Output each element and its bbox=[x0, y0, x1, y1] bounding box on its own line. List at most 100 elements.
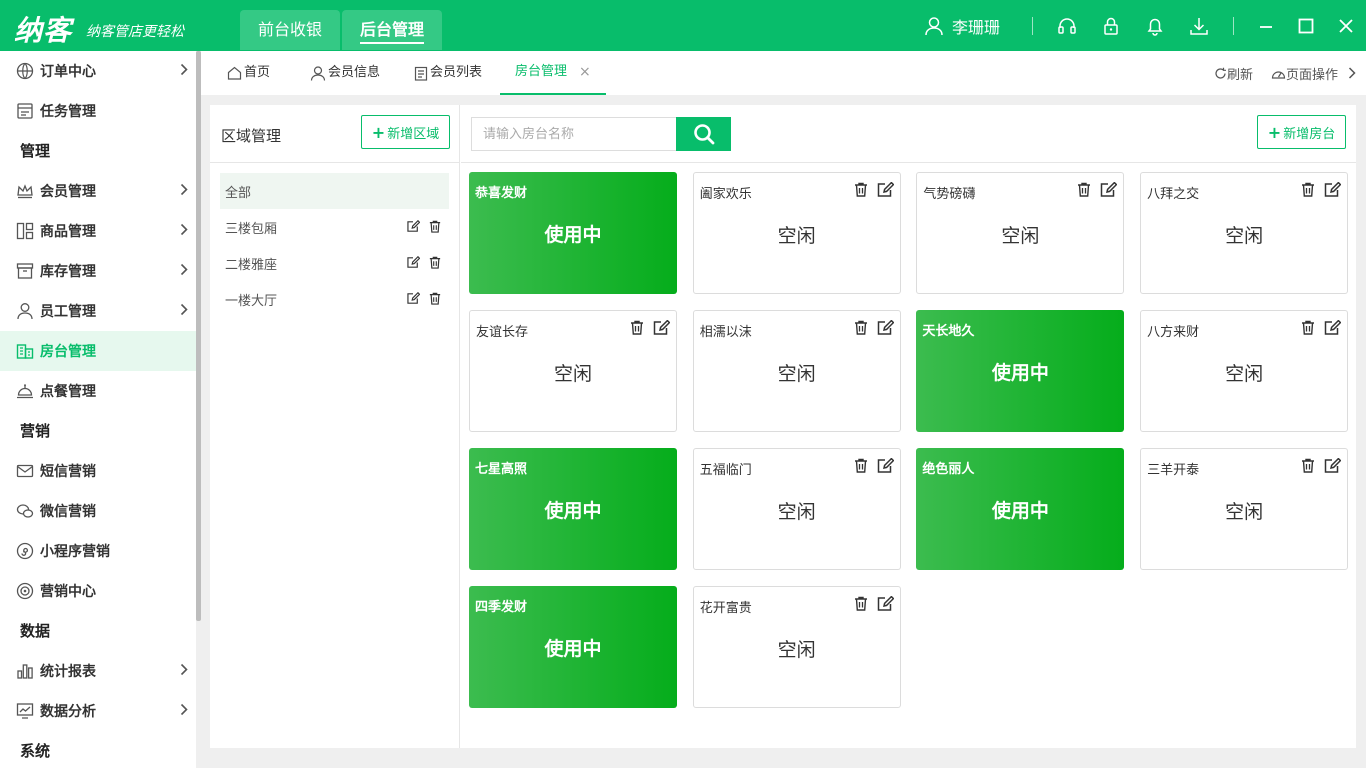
close-button[interactable] bbox=[1326, 0, 1366, 51]
room-card[interactable]: 气势磅礴 空闲 bbox=[916, 172, 1125, 294]
tab-label: 首页 bbox=[244, 65, 271, 80]
room-name: 天长地久 bbox=[922, 324, 975, 339]
trash-icon[interactable] bbox=[429, 292, 441, 305]
chevron-right-icon bbox=[180, 223, 188, 240]
sidebar-scrollbar[interactable] bbox=[196, 51, 201, 621]
sidebar-item[interactable]: 短信营销 bbox=[0, 451, 196, 491]
room-name: 七星高照 bbox=[475, 462, 528, 477]
sidebar-item[interactable]: 小程序营销 bbox=[0, 531, 196, 571]
sidebar-item[interactable]: 统计报表 bbox=[0, 651, 196, 691]
edit-icon[interactable] bbox=[406, 220, 420, 233]
edit-icon[interactable] bbox=[406, 292, 420, 305]
tab-member-info[interactable]: 会员信息 bbox=[310, 51, 380, 95]
tab-room-management[interactable]: 房台管理 × bbox=[500, 51, 606, 95]
crown-icon bbox=[16, 182, 34, 200]
sidebar-item[interactable]: 会员管理 bbox=[0, 171, 196, 211]
room-card[interactable]: 花开富贵 空闲 bbox=[692, 586, 901, 708]
lock-icon[interactable] bbox=[1100, 15, 1122, 37]
area-list: 全部三楼包厢二楼雅座一楼大厅 bbox=[210, 163, 459, 327]
area-item[interactable]: 一楼大厅 bbox=[220, 281, 449, 317]
room-card[interactable]: 七星高照 使用中 bbox=[469, 448, 677, 570]
bar-chart-icon bbox=[16, 662, 34, 680]
trash-icon[interactable] bbox=[1301, 320, 1315, 336]
trash-icon[interactable] bbox=[1077, 182, 1091, 198]
tab-home[interactable]: 首页 bbox=[227, 51, 270, 95]
room-search-input[interactable] bbox=[471, 117, 676, 151]
trash-icon[interactable] bbox=[854, 458, 868, 474]
sidebar-item[interactable]: 房台管理 bbox=[0, 331, 196, 371]
room-name: 三羊开泰 bbox=[1147, 463, 1200, 478]
trash-icon[interactable] bbox=[854, 182, 868, 198]
edit-icon[interactable] bbox=[876, 182, 894, 198]
download-icon[interactable] bbox=[1188, 15, 1210, 37]
sidebar-item[interactable]: 营销中心 bbox=[0, 571, 196, 611]
sidebar-item[interactable]: 商品管理 bbox=[0, 211, 196, 251]
trash-icon[interactable] bbox=[429, 220, 441, 233]
minimize-button[interactable] bbox=[1246, 0, 1286, 51]
room-card[interactable]: 恭喜发财 使用中 bbox=[469, 172, 677, 294]
room-card[interactable]: 天长地久 使用中 bbox=[916, 310, 1125, 432]
edit-icon[interactable] bbox=[652, 320, 670, 336]
main-panel: 区域管理 +新增区域 全部三楼包厢二楼雅座一楼大厅 +新增房台 恭喜发财使用中阖… bbox=[210, 105, 1356, 748]
room-card[interactable]: 八方来财 空闲 bbox=[1140, 310, 1349, 432]
room-card[interactable]: 相濡以沫 空闲 bbox=[692, 310, 901, 432]
chevron-right-icon[interactable] bbox=[1348, 67, 1356, 79]
room-card[interactable]: 八拜之交 空闲 bbox=[1140, 172, 1349, 294]
trash-icon[interactable] bbox=[1301, 182, 1315, 198]
room-card[interactable]: 绝色丽人 使用中 bbox=[916, 448, 1125, 570]
plus-icon: + bbox=[371, 122, 386, 142]
search-button[interactable] bbox=[676, 117, 731, 151]
edit-icon[interactable] bbox=[1323, 320, 1342, 336]
room-card[interactable]: 五福临门 空闲 bbox=[692, 448, 901, 570]
edit-icon[interactable] bbox=[1323, 458, 1342, 474]
minimize-icon bbox=[1260, 25, 1272, 28]
trash-icon[interactable] bbox=[1301, 458, 1315, 474]
edit-icon[interactable] bbox=[876, 320, 894, 336]
tab-label: 房台管理 bbox=[515, 64, 568, 79]
refresh-button[interactable]: 刷新 bbox=[1214, 64, 1253, 83]
headset-icon[interactable] bbox=[1056, 15, 1078, 37]
maximize-button[interactable] bbox=[1286, 0, 1326, 51]
chevron-right-icon bbox=[180, 303, 188, 320]
area-item-label: 全部 bbox=[225, 185, 252, 201]
sidebar-item[interactable]: 微信营销 bbox=[0, 491, 196, 531]
trash-icon[interactable] bbox=[854, 596, 868, 612]
room-card[interactable]: 三羊开泰空闲 bbox=[1140, 448, 1349, 570]
room-name: 绝色丽人 bbox=[922, 462, 975, 477]
edit-icon[interactable] bbox=[1323, 182, 1342, 198]
area-item[interactable]: 二楼雅座 bbox=[220, 245, 449, 281]
tab-member-list[interactable]: 会员列表 bbox=[414, 51, 482, 95]
edit-icon[interactable] bbox=[876, 458, 894, 474]
trash-icon[interactable] bbox=[630, 320, 644, 336]
sidebar-item[interactable]: 库存管理 bbox=[0, 251, 196, 291]
nav-tab-admin[interactable]: 后台管理 bbox=[342, 10, 443, 50]
sidebar-item[interactable]: 点餐管理 bbox=[0, 371, 196, 411]
user-menu[interactable]: 李珊珊 bbox=[924, 14, 1000, 38]
room-card[interactable]: 友谊长存 空闲 bbox=[469, 310, 677, 432]
room-card[interactable]: 阖家欢乐 空闲 bbox=[692, 172, 901, 294]
trash-icon[interactable] bbox=[854, 320, 868, 336]
tab-close-icon[interactable]: × bbox=[579, 50, 591, 94]
edit-icon[interactable] bbox=[876, 596, 894, 612]
edit-icon[interactable] bbox=[1099, 182, 1118, 198]
page-ops-button[interactable]: 页面操作 bbox=[1271, 64, 1338, 83]
plus-icon: + bbox=[1267, 122, 1282, 142]
trash-icon[interactable] bbox=[429, 256, 441, 269]
add-area-button[interactable]: + 新增区域 bbox=[361, 115, 450, 149]
sidebar-item[interactable]: 任务管理 bbox=[0, 91, 196, 131]
room-status: 空闲 bbox=[1225, 501, 1264, 523]
area-item-label: 二楼雅座 bbox=[225, 257, 278, 273]
area-item[interactable]: 全部 bbox=[220, 173, 449, 209]
edit-icon[interactable] bbox=[406, 256, 420, 269]
bell-icon[interactable] bbox=[1144, 15, 1166, 37]
room-card[interactable]: 四季发财 使用中 bbox=[469, 586, 677, 708]
area-item-label: 三楼包厢 bbox=[225, 221, 278, 237]
logo-slogan: 纳客管店更轻松 bbox=[86, 24, 185, 40]
nav-tab-cashier[interactable]: 前台收银 bbox=[240, 10, 341, 50]
sidebar-item[interactable]: 订单中心 bbox=[0, 51, 196, 91]
area-item[interactable]: 三楼包厢 bbox=[220, 209, 449, 245]
add-room-button[interactable]: + 新增房台 bbox=[1257, 115, 1346, 149]
sidebar-item[interactable]: 员工管理 bbox=[0, 291, 196, 331]
sidebar-item[interactable]: 数据分析 bbox=[0, 691, 196, 731]
room-name: 相濡以沫 bbox=[699, 325, 752, 340]
